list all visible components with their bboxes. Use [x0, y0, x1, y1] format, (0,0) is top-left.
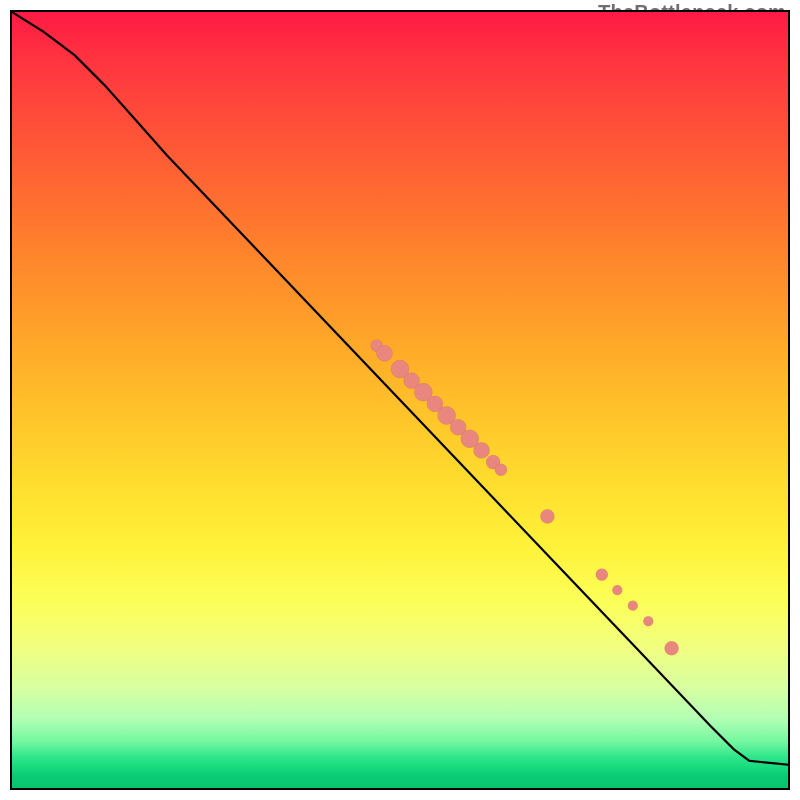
- scatter-dot: [643, 616, 653, 626]
- scatter-dot: [377, 345, 393, 361]
- chart-container: TheBottleneck.com: [0, 0, 800, 800]
- scatter-dot: [495, 464, 507, 476]
- scatter-dot: [665, 641, 679, 655]
- scatter-dot: [596, 569, 608, 581]
- chart-svg: [12, 12, 788, 788]
- scatter-dot: [540, 509, 554, 523]
- scatter-dot: [628, 601, 638, 611]
- scatter-dot: [474, 442, 490, 458]
- scatter-dot: [612, 585, 622, 595]
- plot-area: [10, 10, 790, 790]
- scatter-dots: [371, 340, 679, 656]
